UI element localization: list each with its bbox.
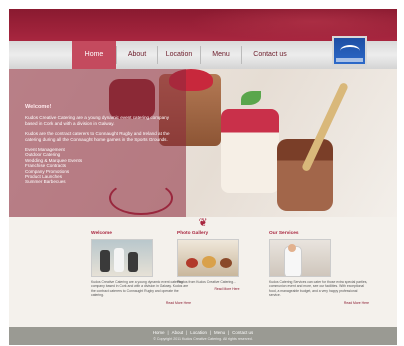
services-list: Event Management Outdoor Catering Weddin… <box>25 147 175 185</box>
footer-nav: Home | About | Location | Menu | Contact us <box>9 330 397 335</box>
read-more-link[interactable]: Read More Here <box>177 287 277 291</box>
hero-text: Welcome! Kudos Creative Catering are a y… <box>25 104 175 185</box>
welcome-image[interactable] <box>91 239 153 277</box>
gallery-image[interactable] <box>177 239 239 277</box>
column-title: Welcome <box>91 231 112 236</box>
read-more-link[interactable]: Read More Here <box>91 301 191 305</box>
logo-arc-icon <box>340 45 360 57</box>
dessert-image <box>277 139 333 211</box>
column-title: Photo Gallery <box>177 231 209 236</box>
services-column: Our Services Kudos Catering Services can… <box>269 231 369 305</box>
footer-link-menu[interactable]: Menu <box>211 330 228 335</box>
footer: Home | About | Location | Menu | Contact us © Co… <box>9 327 397 345</box>
chef-figure <box>114 248 124 272</box>
ornament-icon: ❦ <box>198 217 208 229</box>
service-item: Summer Barbecues <box>25 179 66 185</box>
mint-leaf-image <box>241 91 261 105</box>
nav-menu[interactable]: Menu <box>201 41 241 69</box>
logo-wordmark <box>336 58 363 62</box>
dessert-image <box>221 109 279 193</box>
read-more-link[interactable]: Read More Here <box>269 301 369 305</box>
hero-paragraph: Kudos Creative Catering are a young dyna… <box>25 115 170 126</box>
hero-banner: Welcome! Kudos Creative Catering are a y… <box>9 69 397 217</box>
column-text: Kudos Catering Services can cater for th… <box>269 280 368 298</box>
column-text: Photos from Kudos Creative Catering... <box>177 280 236 284</box>
chef-face <box>288 244 296 252</box>
column-title: Our Services <box>269 231 299 236</box>
nav-contact[interactable]: Contact us <box>242 41 298 69</box>
hero-paragraph: Kudos are the contract caterers to Conna… <box>25 131 170 142</box>
gallery-column: Photo Gallery Photos from Kudos Creative… <box>177 231 277 291</box>
content-columns: Welcome Kudos Creative Catering are a yo… <box>9 231 397 321</box>
food-image <box>186 258 198 268</box>
nav-about[interactable]: About <box>117 41 157 69</box>
footer-link-home[interactable]: Home <box>150 330 168 335</box>
welcome-column: Welcome Kudos Creative Catering are a yo… <box>91 231 191 305</box>
food-image <box>202 256 216 268</box>
chef-figure <box>100 250 110 272</box>
column-text: Kudos Creative Catering are a young dyna… <box>91 280 189 298</box>
footer-link-about[interactable]: About <box>169 330 186 335</box>
copyright-text: © Copyright 2011 Kudos Creative Catering… <box>153 337 253 341</box>
services-image[interactable] <box>269 239 331 277</box>
hero-title: Welcome! <box>25 104 52 110</box>
nav-home[interactable]: Home <box>72 41 116 69</box>
page: Home About Location Menu Contact us Welc… <box>9 9 397 345</box>
footer-link-contact[interactable]: Contact us <box>229 330 256 335</box>
food-image <box>220 258 232 268</box>
chef-figure <box>128 252 138 272</box>
nav-location[interactable]: Location <box>158 41 200 69</box>
footer-link-location[interactable]: Location <box>187 330 210 335</box>
kudos-logo[interactable] <box>332 36 367 66</box>
